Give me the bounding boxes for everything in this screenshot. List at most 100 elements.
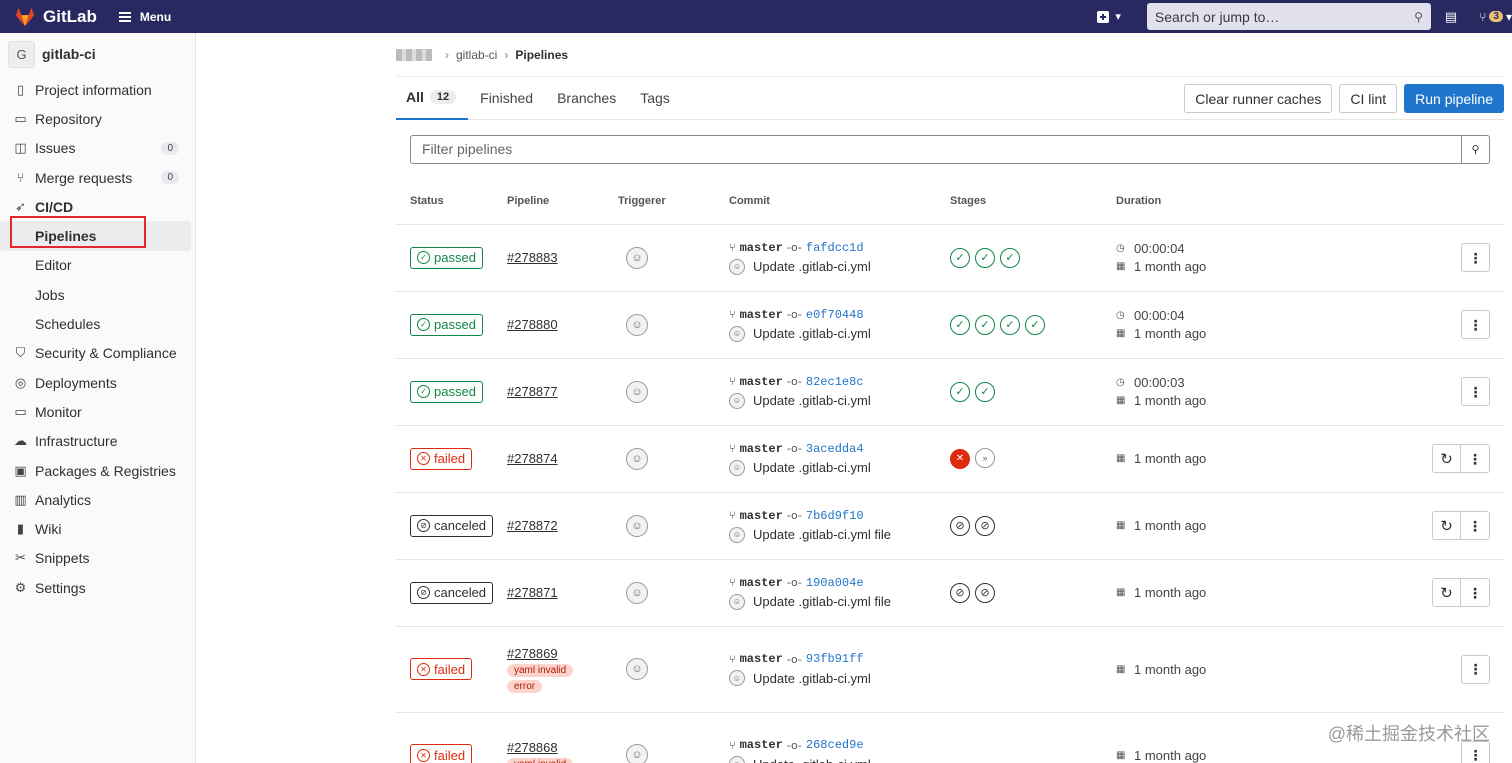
pipeline-id-link[interactable]: #278877 [507, 384, 558, 399]
status-badge-canceled[interactable]: ⊘ canceled [410, 581, 494, 604]
commit-message[interactable]: Update .gitlab-ci.yml [753, 757, 871, 763]
sidebar-item-deployments[interactable]: ◎ Deployments [0, 368, 195, 397]
run-pipeline-button[interactable]: Run pipeline [1404, 84, 1504, 113]
filter-pipelines-input[interactable]: Filter pipelines [410, 134, 1462, 164]
stage-passed-icon[interactable]: ✓ [950, 247, 970, 268]
sidebar-item-issues[interactable]: ◫ Issues 0 [0, 134, 195, 163]
stage-passed-icon[interactable]: ✓ [975, 247, 995, 268]
sidebar-item-packages-registries[interactable]: ▣ Packages & Registries [0, 456, 195, 485]
filter-search-button[interactable]: ⚲ [1462, 134, 1490, 164]
triggerer-avatar[interactable]: ☺ [626, 581, 648, 604]
author-avatar[interactable]: ☺ [729, 756, 745, 763]
sidebar-item-schedules[interactable]: Schedules [0, 309, 195, 338]
branch-name[interactable]: master [740, 576, 783, 590]
tab-finished[interactable]: Finished [468, 77, 545, 120]
retry-button[interactable]: ↻ [1432, 578, 1461, 607]
commit-sha-link[interactable]: e0f70448 [806, 308, 864, 322]
commit-message[interactable]: Update .gitlab-ci.yml [753, 460, 871, 475]
more-actions-button[interactable]: ⋮ [1461, 310, 1490, 339]
sidebar-item-monitor[interactable]: ▭ Monitor [0, 397, 195, 426]
commit-message[interactable]: Update .gitlab-ci.yml [753, 671, 871, 686]
pipeline-id-link[interactable]: #278880 [507, 317, 558, 332]
retry-button[interactable]: ↻ [1432, 511, 1461, 540]
triggerer-avatar[interactable]: ☺ [626, 744, 648, 763]
stage-canceled-icon[interactable]: ⊘ [975, 515, 995, 536]
triggerer-avatar[interactable]: ☺ [626, 658, 648, 680]
sidebar-item-pipelines[interactable]: Pipelines [0, 221, 191, 251]
branch-name[interactable]: master [740, 652, 783, 666]
author-avatar[interactable]: ☺ [729, 325, 745, 342]
more-actions-button[interactable]: ⋮ [1461, 377, 1490, 406]
author-avatar[interactable]: ☺ [729, 459, 745, 476]
stage-passed-icon[interactable]: ✓ [975, 314, 995, 335]
status-badge-passed[interactable]: ✓ passed [410, 380, 483, 403]
commit-sha-link[interactable]: 190a004e [806, 576, 864, 590]
status-badge-passed[interactable]: ✓ passed [410, 246, 483, 269]
tab-tags[interactable]: Tags [628, 77, 682, 120]
branch-name[interactable]: master [740, 738, 783, 752]
branch-name[interactable]: master [740, 308, 783, 322]
author-avatar[interactable]: ☺ [729, 593, 745, 610]
stage-canceled-icon[interactable]: ⊘ [950, 582, 970, 603]
tab-all[interactable]: All 12 [396, 77, 469, 120]
commit-sha-link[interactable]: 268ced9e [806, 738, 864, 752]
triggerer-avatar[interactable]: ☺ [626, 380, 648, 403]
tab-branches[interactable]: Branches [545, 77, 628, 120]
sidebar-item-analytics[interactable]: ▥ Analytics [0, 485, 195, 514]
sidebar-item-cicd[interactable]: ➶ CI/CD [0, 192, 195, 221]
retry-button[interactable]: ↻ [1432, 444, 1461, 473]
sidebar-item-infrastructure[interactable]: ☁ Infrastructure [0, 427, 195, 456]
sidebar-item-editor[interactable]: Editor [0, 251, 195, 280]
commit-sha-link[interactable]: 3acedda4 [806, 442, 864, 456]
triggerer-avatar[interactable]: ☺ [626, 447, 648, 470]
breadcrumb-project[interactable]: gitlab-ci [456, 48, 497, 62]
stage-passed-icon[interactable]: ✓ [1025, 314, 1045, 335]
branch-name[interactable]: master [740, 442, 783, 456]
menu-button[interactable]: Menu [118, 10, 171, 24]
pipeline-id-link[interactable]: #278883 [507, 250, 558, 265]
sidebar-item-settings[interactable]: ⚙ Settings [0, 573, 195, 602]
more-actions-button[interactable]: ⋮ [1461, 511, 1490, 540]
clear-runner-caches-button[interactable]: Clear runner caches [1184, 84, 1333, 113]
sidebar-item-wiki[interactable]: ▮ Wiki [0, 514, 195, 543]
commit-message[interactable]: Update .gitlab-ci.yml file [753, 527, 891, 542]
more-actions-button[interactable]: ⋮ [1461, 578, 1490, 607]
stage-failed-icon[interactable]: ✕ [950, 448, 970, 469]
search-input[interactable]: Search or jump to… ⚲ [1146, 3, 1431, 30]
more-actions-button[interactable]: ⋮ [1461, 243, 1490, 272]
commit-sha-link[interactable]: 93fb91ff [806, 652, 864, 666]
branch-name[interactable]: master [740, 509, 783, 523]
pipeline-id-link[interactable]: #278872 [507, 518, 558, 533]
stage-canceled-icon[interactable]: ⊘ [950, 515, 970, 536]
sidebar-item-security-compliance[interactable]: ⛉ Security & Compliance [0, 339, 195, 368]
commit-sha-link[interactable]: fafdcc1d [806, 241, 864, 255]
stage-passed-icon[interactable]: ✓ [975, 381, 995, 402]
status-badge-failed[interactable]: ✕ failed [410, 658, 473, 680]
pipeline-id-link[interactable]: #278869 [507, 646, 558, 661]
breadcrumb-current[interactable]: Pipelines [515, 48, 568, 62]
stage-canceled-icon[interactable]: ⊘ [975, 582, 995, 603]
commit-message[interactable]: Update .gitlab-ci.yml [753, 393, 871, 408]
status-badge-failed[interactable]: ✕ failed [410, 744, 473, 763]
pipeline-id-link[interactable]: #278874 [507, 451, 558, 466]
commit-message[interactable]: Update .gitlab-ci.yml file [753, 594, 891, 609]
status-badge-passed[interactable]: ✓ passed [410, 313, 483, 336]
sidebar-item-repository[interactable]: ▭ Repository [0, 104, 195, 133]
stage-passed-icon[interactable]: ✓ [1000, 314, 1020, 335]
stage-passed-icon[interactable]: ✓ [950, 381, 970, 402]
triggerer-avatar[interactable]: ☺ [626, 246, 648, 269]
pipeline-id-link[interactable]: #278868 [507, 740, 558, 755]
status-badge-canceled[interactable]: ⊘ canceled [410, 514, 494, 537]
commit-sha-link[interactable]: 7b6d9f10 [806, 509, 864, 523]
sidebar-item-project-information[interactable]: ▯ Project information [0, 75, 195, 104]
commit-sha-link[interactable]: 82ec1e8c [806, 375, 864, 389]
status-badge-failed[interactable]: ✕ failed [410, 447, 473, 470]
branch-name[interactable]: master [740, 375, 783, 389]
sidebar-item-snippets[interactable]: ✂ Snippets [0, 544, 195, 573]
triggerer-avatar[interactable]: ☺ [626, 514, 648, 537]
branch-name[interactable]: master [740, 241, 783, 255]
author-avatar[interactable]: ☺ [729, 670, 745, 686]
ci-lint-button[interactable]: CI lint [1339, 84, 1398, 113]
commit-message[interactable]: Update .gitlab-ci.yml [753, 326, 871, 341]
project-header[interactable]: G gitlab-ci [0, 33, 195, 75]
